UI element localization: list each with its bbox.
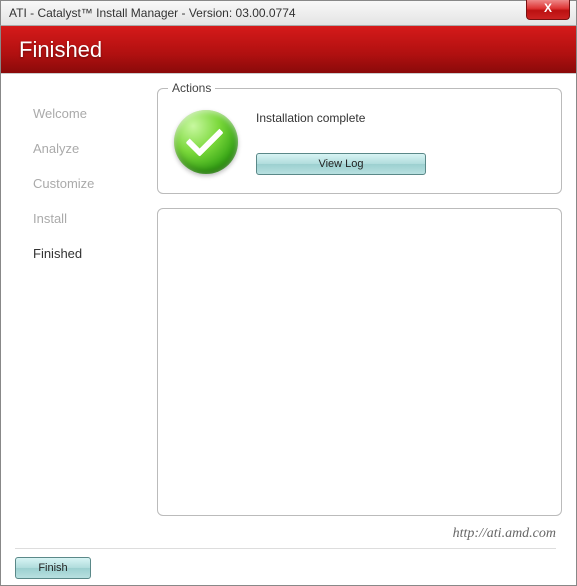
sidebar-item-label: Welcome: [33, 106, 87, 121]
sidebar-item-analyze: Analyze: [15, 131, 157, 166]
install-status-text: Installation complete: [256, 111, 545, 125]
actions-group: Actions Installation complete View Log: [157, 88, 562, 194]
close-icon: X: [544, 1, 552, 15]
view-log-button[interactable]: View Log: [256, 153, 426, 175]
page-title: Finished: [19, 37, 102, 63]
sidebar-item-install: Install: [15, 201, 157, 236]
button-row: Finish: [15, 557, 556, 579]
sidebar-item-customize: Customize: [15, 166, 157, 201]
window-title: ATI - Catalyst™ Install Manager - Versio…: [9, 6, 296, 20]
footer: http://ati.amd.com Finish: [1, 522, 576, 585]
log-output-box: [157, 208, 562, 516]
success-check-icon: [174, 110, 238, 174]
sidebar-item-label: Finished: [33, 246, 82, 261]
main-panel: Actions Installation complete View Log: [157, 88, 562, 516]
actions-right: Installation complete View Log: [256, 109, 545, 175]
view-log-label: View Log: [318, 158, 363, 170]
finish-label: Finish: [38, 562, 67, 574]
sidebar-item-finished: Finished: [15, 236, 157, 271]
close-button[interactable]: X: [526, 0, 570, 20]
sidebar-item-label: Customize: [33, 176, 94, 191]
window-body: Finished Welcome Analyze Customize Insta…: [0, 26, 577, 586]
header-band: Finished: [1, 26, 576, 74]
footer-url[interactable]: http://ati.amd.com: [15, 526, 556, 548]
finish-button[interactable]: Finish: [15, 557, 91, 579]
actions-row: Installation complete View Log: [174, 109, 545, 175]
titlebar: ATI - Catalyst™ Install Manager - Versio…: [0, 0, 577, 26]
sidebar-item-label: Analyze: [33, 141, 79, 156]
sidebar-item-welcome: Welcome: [15, 96, 157, 131]
sidebar-item-label: Install: [33, 211, 67, 226]
sidebar: Welcome Analyze Customize Install Finish…: [15, 88, 157, 516]
actions-legend: Actions: [168, 81, 215, 95]
content-area: Welcome Analyze Customize Install Finish…: [1, 74, 576, 522]
footer-divider: [15, 548, 556, 549]
